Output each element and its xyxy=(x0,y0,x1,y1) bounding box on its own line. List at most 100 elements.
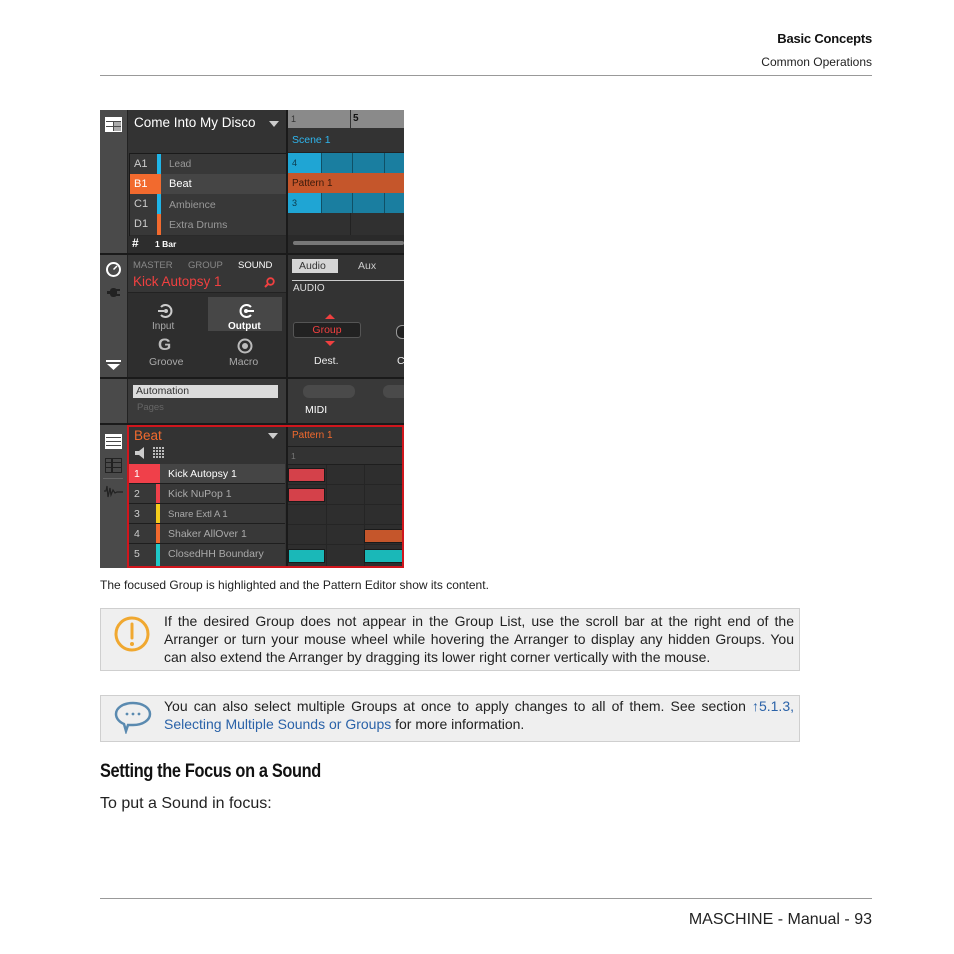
arranger-scrollbar[interactable] xyxy=(288,235,404,253)
group-list: A1 Lead B1 Beat C1 Ambience D1 Extra Dru… xyxy=(129,153,287,237)
dest-label: Dest. xyxy=(314,355,339,367)
midi-slot[interactable] xyxy=(303,385,355,398)
tab-underline xyxy=(292,280,404,281)
dest-up-icon[interactable] xyxy=(325,314,335,319)
macro-icon[interactable] xyxy=(237,338,253,354)
grid-label[interactable]: 1 Bar xyxy=(155,239,176,249)
automation-label: Automation xyxy=(136,385,190,397)
clip-label: Pattern 1 xyxy=(292,178,333,189)
clip-divider xyxy=(321,193,322,213)
maschine-screenshot: Come Into My Disco A1 Lead B1 Beat C1 Am… xyxy=(100,110,404,568)
group-name: Lead xyxy=(169,159,192,170)
clip-divider xyxy=(321,153,322,173)
group-row[interactable]: A1 Lead xyxy=(130,154,286,175)
clip-row[interactable]: 3 xyxy=(288,193,404,213)
arranger-view-icon[interactable] xyxy=(105,117,122,132)
group-color xyxy=(157,214,161,235)
output-icon[interactable] xyxy=(238,303,254,319)
section-ref-link[interactable]: ↑5.1.3, xyxy=(752,698,794,714)
header-divider xyxy=(100,75,872,76)
clip-label: 4 xyxy=(292,158,298,168)
pages-label: Pages xyxy=(137,402,164,413)
tab-audio[interactable]: Audio xyxy=(292,259,338,273)
tip-text-after: for more information. xyxy=(391,716,525,732)
page-macro[interactable]: Macro xyxy=(229,356,258,368)
exclamation-icon xyxy=(114,616,150,652)
midi-slot[interactable] xyxy=(383,385,404,398)
chapter-title: Basic Concepts xyxy=(777,31,872,46)
warning-note: If the desired Group does not appear in … xyxy=(100,608,800,671)
scene-row[interactable]: Scene 1 xyxy=(288,128,404,153)
param-label: C xyxy=(397,355,404,367)
channel-properties-icon[interactable] xyxy=(106,262,121,277)
group-name: Beat xyxy=(169,178,192,190)
plugin-icon[interactable] xyxy=(107,287,120,298)
section-label: AUDIO xyxy=(293,283,325,294)
group-slot: A1 xyxy=(134,158,148,170)
midi-panel: MIDI xyxy=(288,379,404,423)
tab-sound[interactable]: SOUND xyxy=(238,260,272,271)
tab-master[interactable]: MASTER xyxy=(133,260,173,271)
waveform-icon[interactable] xyxy=(104,485,123,499)
timeline-tick: 1 xyxy=(291,114,297,124)
group-color xyxy=(157,194,161,214)
control-sidebar xyxy=(100,255,128,377)
timeline-tick-mark xyxy=(350,110,351,128)
midi-label: MIDI xyxy=(305,404,328,416)
tip-text: You can also select multiple Groups at o… xyxy=(164,697,794,733)
sidebar-divider xyxy=(103,478,123,479)
tip-text-before: You can also select multiple Groups at o… xyxy=(164,698,752,714)
page-input[interactable]: Input xyxy=(152,321,174,332)
search-icon[interactable] xyxy=(264,277,275,288)
keyboard-view-icon[interactable] xyxy=(105,458,122,473)
group-slot: B1 xyxy=(134,178,148,190)
group-slot: C1 xyxy=(134,198,149,210)
arranger-sidebar xyxy=(100,110,128,253)
sound-name[interactable]: Kick Autopsy 1 xyxy=(133,274,222,289)
automation-field[interactable]: Automation xyxy=(133,385,278,398)
control-header: MASTER GROUP SOUND Kick Autopsy 1 xyxy=(128,255,286,292)
empty-clip-row xyxy=(288,213,404,235)
tip-note: You can also select multiple Groups at o… xyxy=(100,695,800,742)
group-name: Extra Drums xyxy=(169,219,228,231)
knob[interactable] xyxy=(396,325,404,339)
parameter-panel: Audio Aux AUDIO Group Dest. C xyxy=(288,255,404,377)
clip-divider xyxy=(384,193,385,213)
section-heading: Setting the Focus on a Sound xyxy=(100,761,321,782)
timeline-ruler[interactable]: 1 5 xyxy=(288,110,404,128)
clip-row[interactable]: 4 xyxy=(288,153,404,173)
dest-down-icon[interactable] xyxy=(325,341,335,346)
input-icon[interactable] xyxy=(158,303,174,319)
clip-divider xyxy=(352,193,353,213)
collapse-icon[interactable] xyxy=(106,360,121,371)
project-title[interactable]: Come Into My Disco xyxy=(134,115,256,130)
groove-icon[interactable]: G xyxy=(158,335,171,355)
figure-caption: The focused Group is highlighted and the… xyxy=(100,578,489,592)
page-buttons: Input Output G Groove Macro xyxy=(128,292,286,378)
group-row[interactable]: D1 Extra Drums xyxy=(130,214,286,235)
group-name: Ambience xyxy=(169,199,216,211)
scene-label: Scene 1 xyxy=(292,134,331,146)
footer-page-label: MASCHINE - Manual - 93 xyxy=(688,911,872,928)
dest-value: Group xyxy=(312,324,342,336)
clip-row[interactable]: Pattern 1 xyxy=(288,173,404,193)
body-text: To put a Sound in focus: xyxy=(100,795,272,812)
tab-group[interactable]: GROUP xyxy=(188,260,223,271)
section-title-link[interactable]: Selecting Multiple Sounds or Groups xyxy=(164,716,391,732)
timeline-tick: 5 xyxy=(353,113,359,124)
dest-selector[interactable]: Group xyxy=(293,322,361,338)
scrollbar-thumb[interactable] xyxy=(293,241,404,245)
group-row[interactable]: C1 Ambience xyxy=(130,194,286,215)
group-view-icon[interactable] xyxy=(105,434,122,449)
footer-divider xyxy=(100,898,872,899)
automation-sidebar xyxy=(100,379,128,423)
focus-highlight xyxy=(127,425,404,568)
page-output[interactable]: Output xyxy=(228,321,261,332)
clip-divider xyxy=(384,153,385,173)
page-groove[interactable]: Groove xyxy=(149,356,183,368)
grid-icon[interactable]: # xyxy=(132,236,139,250)
warning-text: If the desired Group does not appear in … xyxy=(164,613,794,665)
group-row-selected[interactable]: B1 Beat xyxy=(130,174,286,195)
project-dropdown-icon[interactable] xyxy=(269,121,279,127)
tab-aux[interactable]: Aux xyxy=(358,260,376,272)
